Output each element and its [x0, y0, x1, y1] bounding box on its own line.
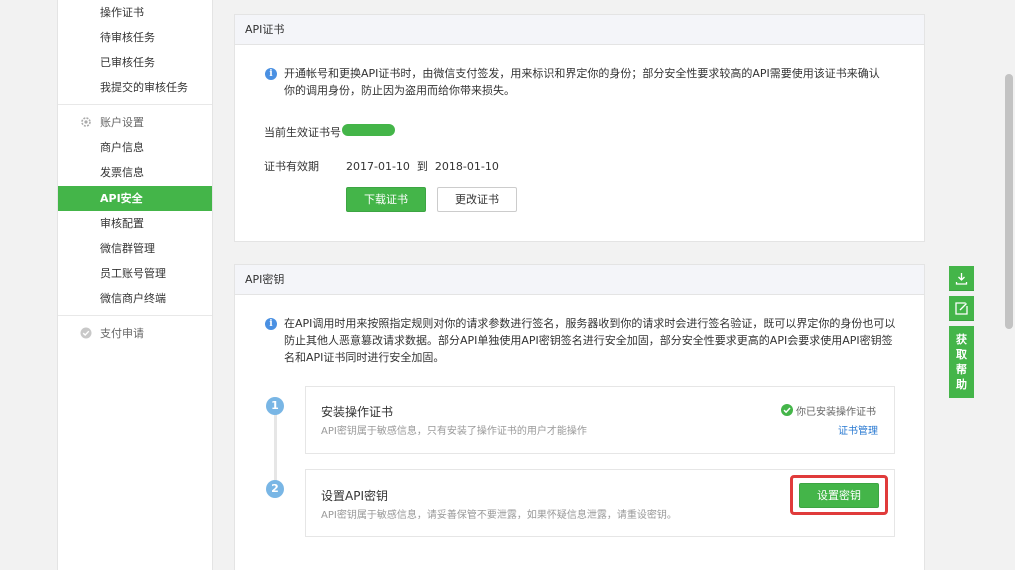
download-cert-button[interactable]: 下载证书: [346, 187, 426, 212]
sidebar-item-api-security[interactable]: API安全: [58, 186, 212, 211]
cert-management-link[interactable]: 证书管理: [838, 422, 878, 437]
step-title: 安装操作证书: [321, 405, 394, 419]
step-number: 1: [266, 397, 284, 415]
check-circle-icon: [781, 404, 793, 416]
sidebar-item-my-submitted[interactable]: 我提交的审核任务: [58, 75, 212, 100]
cert-installed-status: 你已安装操作证书: [796, 407, 876, 418]
check-circle-icon: [80, 327, 92, 339]
sidebar-section-account-label: 账户设置: [100, 116, 144, 129]
sidebar-item-invoice-info[interactable]: 发票信息: [58, 160, 212, 185]
cert-validity-label: 证书有效期: [264, 160, 319, 173]
download-icon-button[interactable]: [949, 266, 974, 291]
info-icon: i: [265, 68, 277, 80]
info-icon: i: [265, 318, 277, 330]
sidebar-item-staff-accounts[interactable]: 员工账号管理: [58, 261, 212, 286]
set-api-key-button[interactable]: 设置密钥: [799, 483, 879, 508]
sidebar-item-reviewed[interactable]: 已审核任务: [58, 50, 212, 75]
sidebar-item-review-config[interactable]: 审核配置: [58, 211, 212, 236]
sidebar-section-pay-apply[interactable]: 支付申请: [58, 321, 212, 346]
download-icon: [955, 273, 968, 285]
cert-serial-label: 当前生效证书号: [264, 126, 341, 139]
help-char: 取: [956, 348, 967, 361]
step-description: API密钥属于敏感信息，只有安装了操作证书的用户才能操作: [321, 426, 587, 437]
sidebar-item-wechat-group[interactable]: 微信群管理: [58, 236, 212, 261]
scrollbar-thumb[interactable]: [1005, 74, 1013, 329]
sidebar-item-merchant-info[interactable]: 商户信息: [58, 135, 212, 160]
step-number: 2: [266, 480, 284, 498]
floating-toolbar: 获 取 帮 助: [949, 266, 974, 398]
help-char: 获: [956, 333, 967, 346]
help-char: 助: [956, 378, 967, 391]
api-cert-panel-title: API证书: [235, 15, 924, 45]
edit-icon-button[interactable]: [949, 296, 974, 321]
api-key-info-text: 在API调用时用来按照指定规则对你的请求参数进行签名，服务器收到你的请求时会进行…: [284, 317, 896, 364]
sidebar-divider: [58, 315, 212, 316]
step-install-cert: 安装操作证书 API密钥属于敏感信息，只有安装了操作证书的用户才能操作 你已安装…: [305, 386, 895, 454]
edit-icon: [955, 302, 968, 315]
gear-icon: [81, 117, 91, 127]
sidebar: 操作证书 待审核任务 已审核任务 我提交的审核任务 账户设置 商户信息 发票信息…: [57, 0, 213, 570]
get-help-button[interactable]: 获 取 帮 助: [949, 326, 974, 398]
sidebar-section-account[interactable]: 账户设置: [58, 110, 212, 135]
sidebar-section-pay-apply-label: 支付申请: [100, 327, 144, 340]
sidebar-item-merchant-terminal[interactable]: 微信商户终端: [58, 286, 212, 311]
step-title: 设置API密钥: [321, 489, 388, 503]
sidebar-item-pending-review[interactable]: 待审核任务: [58, 25, 212, 50]
api-key-panel-title: API密钥: [235, 265, 924, 295]
sidebar-divider: [58, 104, 212, 105]
cert-validity-value: 2017-01-10 到 2018-01-10: [346, 160, 499, 173]
cert-serial-value-redacted: [342, 124, 395, 136]
step-description: API密钥属于敏感信息，请妥善保管不要泄露，如果怀疑信息泄露，请重设密钥。: [321, 510, 677, 521]
api-cert-info-text: 开通帐号和更换API证书时，由微信支付签发，用来标识和界定你的身份；部分安全性要…: [284, 67, 880, 97]
sidebar-item-operation-cert[interactable]: 操作证书: [58, 0, 212, 25]
help-char: 帮: [956, 363, 967, 376]
change-cert-button[interactable]: 更改证书: [437, 187, 517, 212]
